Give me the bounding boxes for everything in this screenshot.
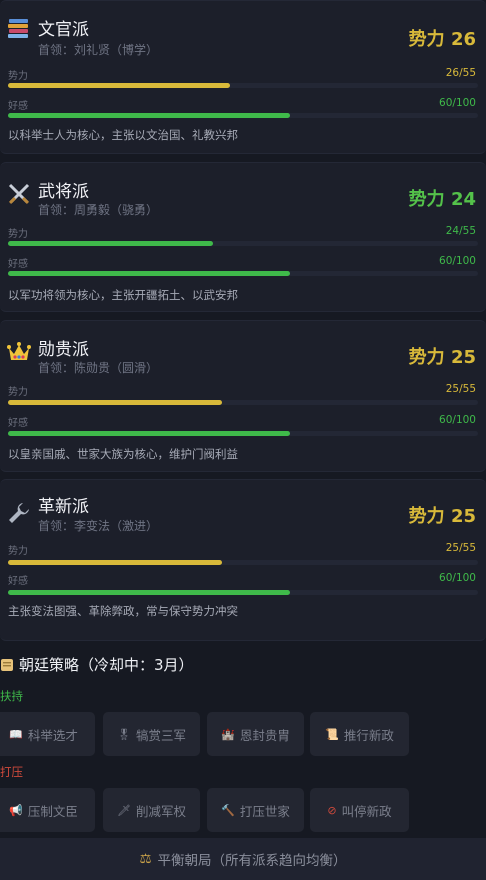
halt-policy-button[interactable]: ⊘ 叫停新政 (310, 788, 409, 832)
favor-bar-fill (8, 590, 290, 595)
faction-leader: 首领：李变法（激进） (38, 519, 159, 533)
crossed-swords-icon (8, 183, 30, 205)
suppress-label: 打压 (0, 765, 23, 779)
faction-name: 文官派 (38, 20, 89, 40)
faction-name: 革新派 (38, 497, 89, 517)
favor-value: 60/100 (439, 572, 476, 584)
influence-bar (8, 241, 478, 246)
balance-court-button[interactable]: ⚖ 平衡朝局（所有派系趋向均衡） (0, 838, 486, 880)
wrench-icon (9, 503, 29, 523)
faction-power: 势力 25 (408, 347, 476, 368)
favor-bar (8, 271, 478, 276)
button-label: 压制文臣 (27, 803, 78, 819)
megaphone-icon: 📢 (9, 803, 23, 817)
button-label: 叫停新政 (341, 803, 392, 819)
faction-card-wenguan: 文官派 首领：刘礼贤（博学） 势力 26 势力 26/55 好感 60/100 … (0, 0, 486, 154)
new-policy-button[interactable]: 📜 推行新政 (310, 712, 409, 756)
scroll-icon (1, 658, 13, 671)
favor-bar-fill (8, 271, 290, 276)
influence-value: 25/55 (445, 383, 476, 395)
faction-description: 以军功将领为核心，主张开疆拓土、以武安邦 (8, 288, 238, 302)
influence-bar-fill (8, 241, 213, 246)
faction-description: 以科举士人为核心，主张以文治国、礼教兴邦 (8, 128, 238, 142)
suppress-nobles-button[interactable]: 🔨 打压世家 (207, 788, 304, 832)
ennoble-button[interactable]: 🏰 恩封贵胄 (207, 712, 304, 756)
prohibited-icon: ⊘ (327, 803, 337, 817)
button-label: 打压世家 (239, 803, 290, 819)
favor-bar (8, 431, 478, 436)
favor-bar (8, 590, 478, 595)
influence-label: 势力 (8, 71, 28, 82)
strategy-title-row: 朝廷策略（冷却中：3月） (0, 654, 194, 675)
scales-icon: ⚖ (139, 851, 152, 867)
faction-leader: 首领：周勇毅（骁勇） (38, 203, 159, 217)
influence-value: 24/55 (445, 225, 476, 237)
influence-value: 26/55 (445, 67, 476, 79)
influence-label: 势力 (8, 387, 28, 398)
faction-description: 以皇亲国戚、世家大族为核心，维护门阀利益 (8, 447, 238, 461)
dagger-icon: 🗡 (117, 803, 131, 817)
influence-bar-fill (8, 560, 222, 565)
faction-description: 主张变法图强、革除弊政，常与保守势力冲突 (8, 604, 238, 618)
influence-value: 25/55 (445, 542, 476, 554)
favor-label: 好感 (8, 576, 28, 587)
influence-bar-fill (8, 400, 222, 405)
button-label: 恩封贵胄 (239, 727, 290, 743)
support-button-row: 📖 科举选才 🎖 犒赏三军 🏰 恩封贵胄 📜 推行新政 (0, 712, 486, 756)
strategy-title: 朝廷策略（冷却中：3月） (19, 656, 194, 674)
scroll-icon: 📜 (325, 727, 339, 741)
favor-value: 60/100 (439, 255, 476, 267)
button-label: 犒赏三军 (135, 727, 186, 743)
favor-bar (8, 113, 478, 118)
faction-power: 势力 26 (408, 29, 476, 50)
reward-army-button[interactable]: 🎖 犒赏三军 (103, 712, 200, 756)
support-label: 扶持 (0, 689, 23, 703)
influence-bar-fill (8, 83, 231, 88)
faction-power: 势力 25 (408, 506, 476, 527)
favor-bar-fill (8, 431, 290, 436)
hammer-icon: 🔨 (221, 803, 235, 817)
cut-military-button[interactable]: 🗡 削减军权 (103, 788, 200, 832)
faction-power: 势力 24 (408, 189, 476, 210)
faction-card-xungui: 勋贵派 首领：陈勋贵（圆滑） 势力 25 势力 25/55 好感 60/100 … (0, 320, 486, 472)
favor-label: 好感 (8, 418, 28, 429)
castle-icon: 🏰 (221, 727, 235, 741)
book-icon: 📖 (9, 727, 23, 741)
favor-bar-fill (8, 113, 290, 118)
button-label: 削减军权 (135, 803, 186, 819)
suppress-civil-button[interactable]: 📢 压制文臣 (0, 788, 95, 832)
faction-name: 勋贵派 (38, 340, 89, 360)
favor-value: 60/100 (439, 414, 476, 426)
influence-bar (8, 83, 478, 88)
books-icon (8, 19, 28, 38)
balance-label: 平衡朝局（所有派系趋向均衡） (157, 853, 347, 869)
faction-card-gexin: 革新派 首领：李变法（激进） 势力 25 势力 25/55 好感 60/100 … (0, 479, 486, 641)
keju-button[interactable]: 📖 科举选才 (0, 712, 95, 756)
button-label: 推行新政 (343, 727, 394, 743)
influence-bar (8, 400, 478, 405)
influence-label: 势力 (8, 229, 28, 240)
favor-label: 好感 (8, 101, 28, 112)
favor-value: 60/100 (439, 97, 476, 109)
crown-icon (7, 342, 31, 360)
button-label: 科举选才 (27, 727, 78, 743)
faction-card-wujiang: 武将派 首领：周勇毅（骁勇） 势力 24 势力 24/55 好感 60/100 … (0, 162, 486, 312)
suppress-button-row: 📢 压制文臣 🗡 削减军权 🔨 打压世家 ⊘ 叫停新政 (0, 788, 486, 832)
faction-leader: 首领：刘礼贤（博学） (38, 43, 159, 57)
influence-label: 势力 (8, 546, 28, 557)
faction-name: 武将派 (38, 182, 89, 202)
medal-icon: 🎖 (117, 727, 131, 741)
favor-label: 好感 (8, 259, 28, 270)
faction-leader: 首领：陈勋贵（圆滑） (38, 361, 159, 375)
influence-bar (8, 560, 478, 565)
